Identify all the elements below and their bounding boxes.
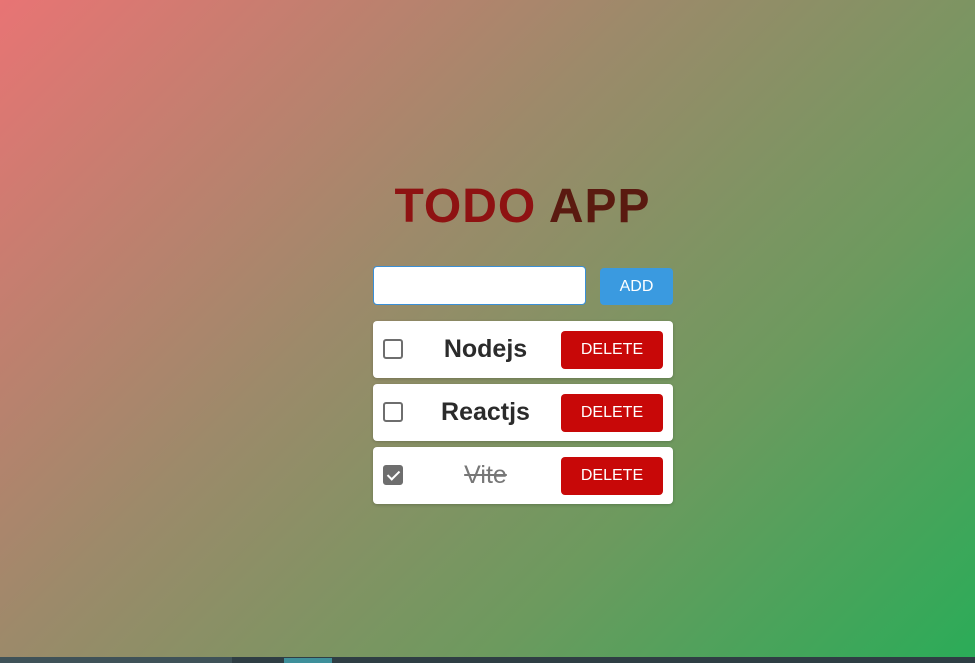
- add-button[interactable]: ADD: [600, 268, 673, 305]
- todo-checkbox[interactable]: [383, 465, 403, 485]
- todo-text: Nodejs: [443, 335, 528, 363]
- todo-item-nodejs: Nodejs DELETE: [373, 321, 673, 378]
- check-icon: [386, 467, 401, 481]
- taskbar-segment: [0, 657, 232, 663]
- todo-item-reactjs: Reactjs DELETE: [373, 384, 673, 441]
- taskbar-active-indicator[interactable]: [284, 658, 332, 663]
- todo-list: Nodejs DELETE Reactjs DELETE Vite DELETE: [373, 321, 673, 510]
- todo-checkbox[interactable]: [383, 339, 403, 359]
- delete-button[interactable]: DELETE: [561, 331, 663, 369]
- title-word-todo: TODO: [394, 180, 537, 233]
- todo-input[interactable]: [373, 266, 586, 305]
- todo-text: Vite: [464, 461, 507, 489]
- page-title: TODO APP: [0, 180, 975, 234]
- delete-button[interactable]: DELETE: [561, 457, 663, 495]
- title-word-app: APP: [548, 180, 651, 233]
- delete-button[interactable]: DELETE: [561, 394, 663, 432]
- taskbar: [0, 657, 975, 663]
- todo-text: Reactjs: [441, 398, 530, 426]
- add-todo-form: ADD: [373, 266, 673, 306]
- todo-item-vite: Vite DELETE: [373, 447, 673, 504]
- todo-checkbox[interactable]: [383, 402, 403, 422]
